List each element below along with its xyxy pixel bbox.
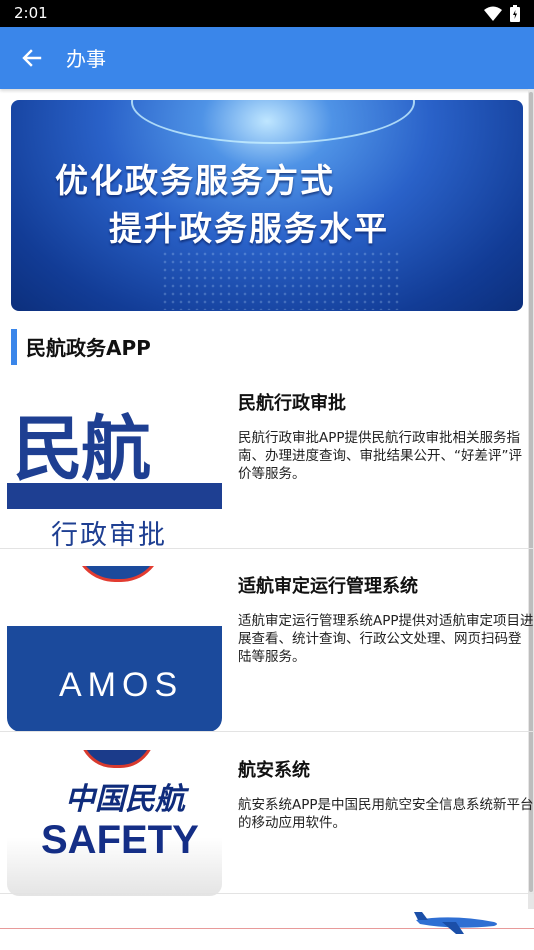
wifi-icon [484, 6, 502, 21]
app-item-approval[interactable]: 民航 行政审批 民航行政审批 民航行政审批APP提供民航行政审批相关服务指南、办… [0, 387, 534, 571]
app-description: 航安系统APP是中国民用航空安全信息系统新平台的移动应用软件。 [238, 797, 534, 831]
divider [0, 731, 534, 732]
section-title: 民航政务APP [26, 336, 151, 360]
image-text-amos: AMOS [59, 666, 184, 704]
app-bar: 办事 [0, 27, 534, 89]
image-text-safety: SAFETY [41, 818, 199, 862]
app-item-safety[interactable]: 中国民航 SAFETY 航安系统 航安系统APP是中国民用航空安全信息系统新平台… [0, 750, 534, 934]
app-image-amos: AMOS [7, 566, 222, 732]
banner-line-2: 提升政务服务水平 [109, 209, 389, 248]
app-name: 民航行政审批 [238, 393, 346, 414]
emblem-icon [73, 566, 163, 582]
banner-map-dots [161, 250, 401, 310]
banner-line-1: 优化政务服务方式 [55, 161, 335, 200]
battery-icon [510, 5, 520, 22]
app-description: 适航审定运行管理系统APP提供对适航审定项目进展查看、统计查询、行政公文处理、网… [238, 613, 534, 665]
status-time: 2:01 [14, 4, 48, 22]
status-icons [484, 5, 520, 22]
image-text-cn: 中国民航 [65, 782, 185, 817]
app-image-approval: 民航 行政审批 [7, 387, 222, 553]
divider [0, 893, 534, 894]
app-name: 适航审定运行管理系统 [238, 576, 418, 597]
app-item-airworthiness[interactable]: AMOS 适航审定运行管理系统 适航审定运行管理系统APP提供对适航审定项目进展… [0, 566, 534, 750]
section-accent-bar [11, 329, 17, 365]
image-text-main: 民航 [13, 408, 151, 490]
image-text-sub: 行政审批 [51, 520, 167, 551]
arrow-left-icon [22, 49, 42, 67]
app-image-safety: 中国民航 SAFETY [7, 750, 222, 896]
banner-glow [131, 100, 415, 144]
divider [0, 548, 534, 549]
page-title: 办事 [66, 47, 106, 71]
app-description: 民航行政审批APP提供民航行政审批相关服务指南、办理进度查询、审批结果公开、“好… [238, 430, 522, 482]
emblem-icon [79, 750, 155, 768]
app-name: 航安系统 [238, 760, 310, 781]
back-button[interactable] [18, 44, 46, 72]
status-bar: 2:01 [0, 0, 534, 27]
airplane-icon [414, 912, 497, 934]
promo-banner[interactable]: 优化政务服务方式 提升政务服务水平 [11, 100, 523, 311]
